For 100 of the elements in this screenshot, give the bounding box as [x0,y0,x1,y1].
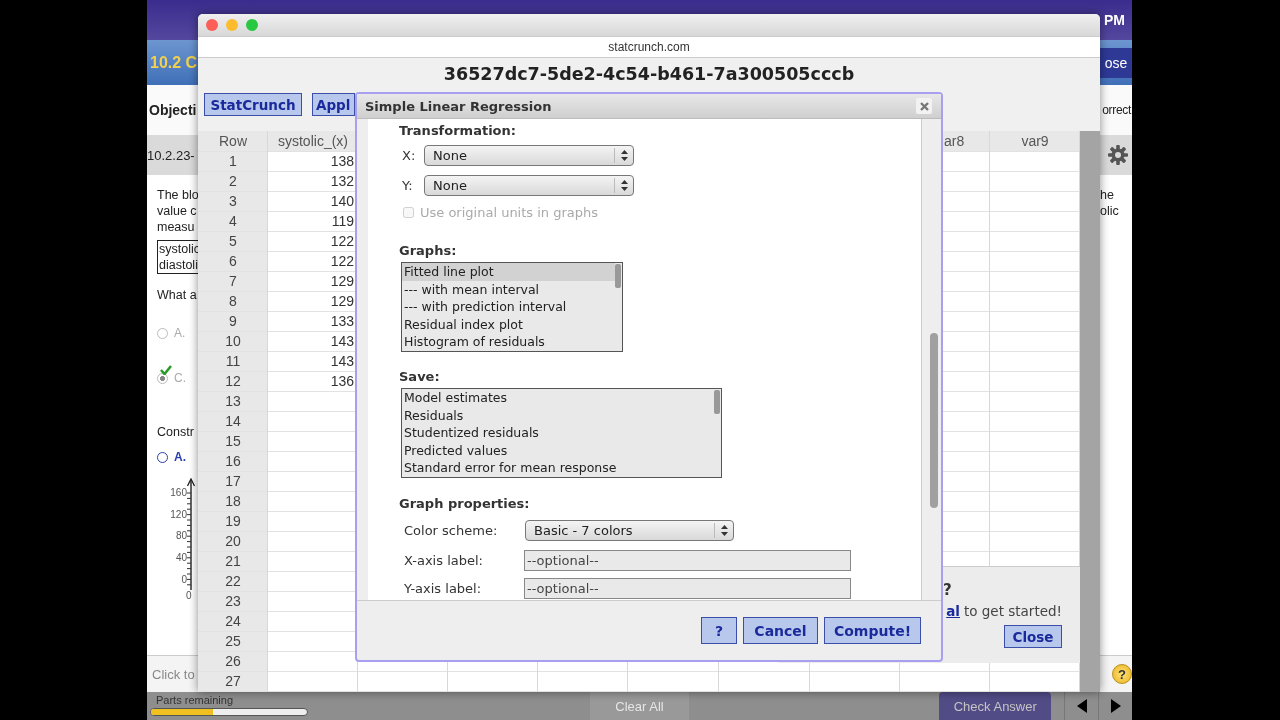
axis-label: 0 [186,590,193,601]
prompt-text: Constr [157,424,195,440]
checkbox-label: Use original units in graphs [420,205,599,220]
dropdown[interactable]: Basic - 7 colors [525,520,734,541]
page-title: 36527dc7-5de2-4c54-b461-7a300505cccb [443,64,855,84]
section-heading: Transformation: [399,124,516,138]
row-number: 23 [224,592,242,611]
field-label: Y-axis label: [403,581,483,596]
table-cell-text: 122 [329,252,355,271]
dialog-title: Simple Linear Regression [365,98,552,114]
field-label: Y: [401,178,414,193]
question-text: The blo [157,187,200,203]
up-down-arrows-icon [620,179,629,192]
close-button[interactable]: ose [1100,47,1132,78]
row-number: 22 [224,572,242,591]
list-item[interactable]: --- with prediction interval [402,298,615,316]
scroll-thumb [615,264,621,288]
row-number: 10 [224,332,242,351]
scroll-thumb[interactable] [930,333,938,508]
cancel-button[interactable]: Cancel [743,617,818,644]
table-cell-text: 119 [330,212,355,231]
row-number: 5 [228,232,238,251]
table-cell-text: 143 [329,352,355,371]
table-cell-text: 129 [329,292,355,311]
axis-label: 120 [170,507,187,522]
row-number: 8 [228,292,238,311]
text-field[interactable]: --optional-- [524,578,851,599]
list-item[interactable]: Residuals [402,406,714,425]
list-item[interactable]: Model estimates [402,389,714,407]
list-item[interactable]: --- with mean interval [402,280,615,299]
parts-label: Parts remaining [155,694,235,706]
url-text: statcrunch.com [608,40,690,54]
zoom-light[interactable] [246,19,258,31]
help-button[interactable]: ? [1112,664,1132,684]
text-field[interactable]: --optional-- [524,550,851,571]
column-header: Row [218,132,248,151]
row-number: 16 [224,452,242,471]
choice-label: A. [174,326,186,340]
check-answer-button[interactable]: Check Answer [939,692,1052,720]
column-header: var9 [1020,132,1050,151]
row-number: 7 [228,272,238,291]
up-down-arrows-icon [620,149,629,162]
row-number: 11 [224,352,242,371]
table-cell-text: 138 [329,152,355,171]
axis-label: 160 [170,486,187,500]
row-number: 9 [228,312,238,331]
column-header: systolic_(x) [277,132,349,151]
section-heading: Graph properties: [399,497,530,511]
row-number: 6 [228,252,238,271]
tutorial-link[interactable]: al [946,603,960,619]
field-label: X-axis label: [403,553,484,568]
table-cell-text: 136 [329,372,355,391]
close-light[interactable] [206,19,218,31]
list-item[interactable]: Studentized residuals [402,424,714,442]
previous-icon[interactable] [1076,699,1087,713]
row-number: 15 [224,432,242,451]
row-number: 13 [224,392,242,411]
table-cell-text: 133 [329,312,355,331]
column-header: ar8 [943,132,966,151]
prompt-text: What a [157,287,198,303]
list-item[interactable]: Standard error for mean response [402,459,714,477]
list-item[interactable]: Histogram of residuals [402,333,615,351]
menu-button[interactable]: StatCrunch [204,93,302,116]
list-box[interactable]: Fitted line plot --- with mean interval --- with prediction interval Residual index plot Histogram of residuals [401,262,623,352]
row-number: 25 [224,632,242,651]
dropdown[interactable]: None [424,145,634,166]
choice-label: C. [174,371,186,385]
hint-text: Click to [152,666,195,682]
menu-button[interactable]: Appl [312,93,355,116]
row-number: 3 [228,192,238,211]
dropdown[interactable]: None [424,175,634,196]
next-icon[interactable] [1110,699,1121,713]
question-id: 10.2.23- [147,147,195,163]
question-text: value c [157,203,198,219]
table-cell-text: 140 [329,192,355,211]
list-item[interactable]: Fitted line plot [402,263,615,281]
radio-button[interactable] [157,327,168,339]
axis-label: 40 [175,551,187,566]
list-item[interactable]: Predicted values [402,441,714,460]
choice-label: A. [174,450,186,464]
radio-button[interactable] [157,372,168,384]
check-icon [160,365,172,375]
question-text: olic [1100,203,1120,219]
close-icon [919,101,929,111]
status-text: orrect [1102,103,1132,117]
list-item[interactable]: Residual index plot [402,315,615,334]
help-button[interactable]: ? [701,617,737,644]
field-label: X: [401,148,417,163]
up-down-arrows-icon [720,524,729,537]
close-button[interactable] [916,98,932,114]
compute-button[interactable]: Compute! [824,617,921,644]
help-mark: ? [943,580,952,600]
scroll-thumb [714,390,720,414]
axis-label: 0 [181,572,187,587]
close-button[interactable]: Close [1004,625,1062,648]
list-box[interactable]: Model estimates Residuals Studentized residuals Predicted values Standard error for mean response [401,388,722,478]
objective-text: Objecti [148,102,197,118]
row-number: 4 [228,212,238,231]
radio-button[interactable] [157,451,168,463]
row-number: 2 [228,172,238,191]
